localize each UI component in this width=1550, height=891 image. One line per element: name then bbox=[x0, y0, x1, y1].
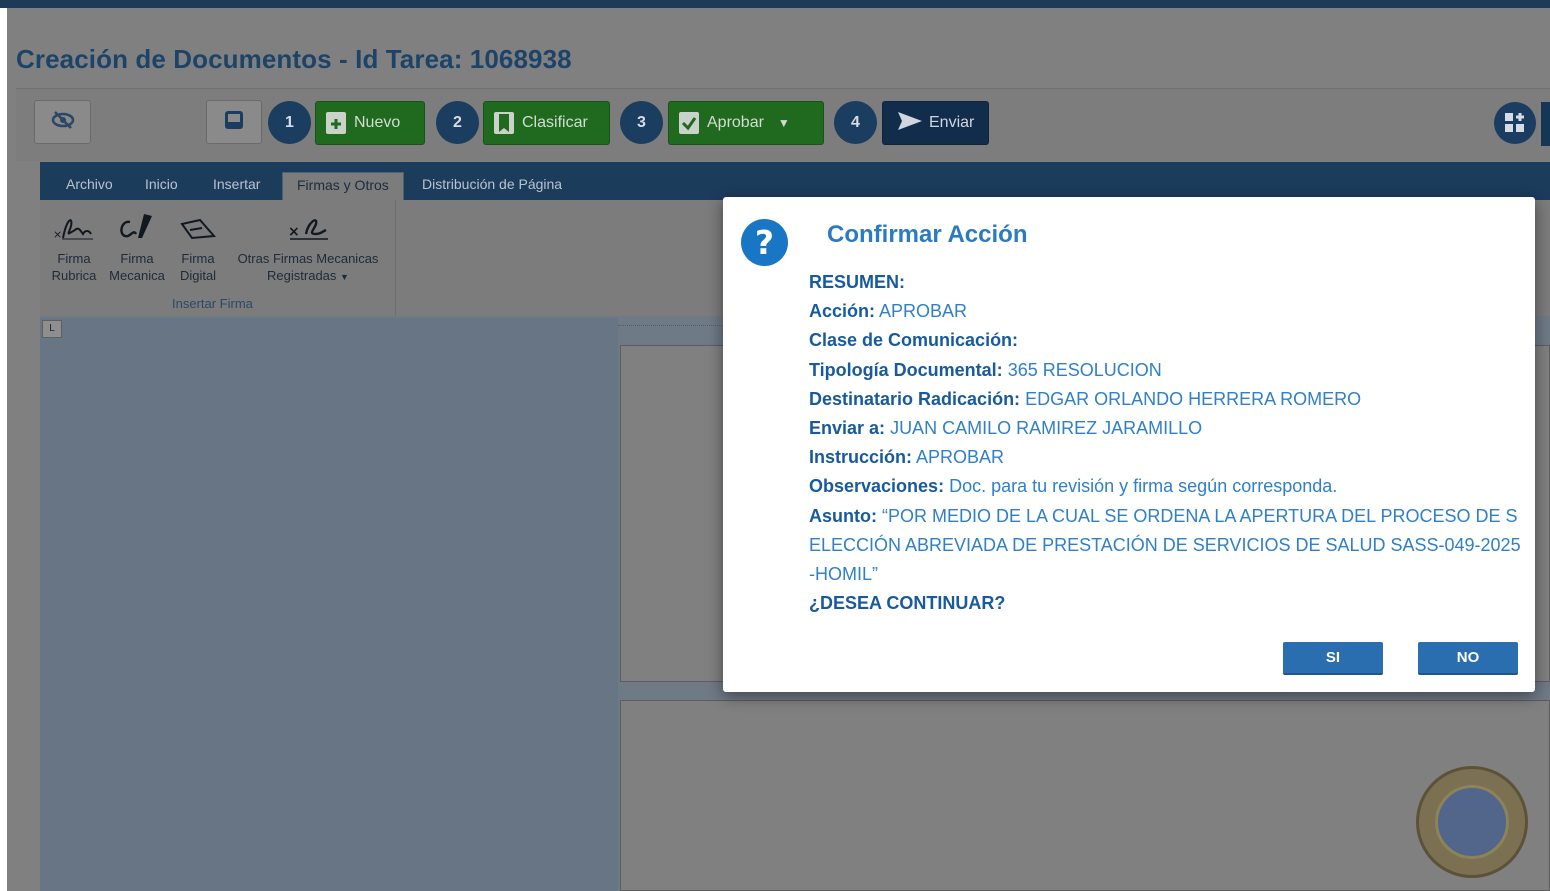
firma-digital-icon bbox=[178, 212, 220, 250]
firma-rubrica-line2: Rubrica bbox=[51, 268, 97, 283]
svg-text:×: × bbox=[288, 224, 300, 240]
inbox-button[interactable] bbox=[206, 100, 262, 144]
top-bar bbox=[0, 0, 1550, 8]
summary-label: RESUMEN: bbox=[809, 272, 906, 292]
document-page-2[interactable] bbox=[620, 700, 1550, 891]
toggle-visibility-button[interactable] bbox=[34, 100, 91, 144]
apps-icon[interactable] bbox=[1494, 102, 1536, 144]
summary-row-instruccion: Instrucción: APROBAR bbox=[809, 443, 1521, 472]
field-label: Instrucción: bbox=[809, 447, 913, 468]
field-value: JUAN CAMILO RAMIREZ JARAMILLO bbox=[890, 418, 1203, 439]
group-label-insertar-firma: Insertar Firma bbox=[172, 296, 253, 311]
firma-rubrica-icon: × bbox=[53, 212, 95, 250]
approve-button-label: Aprobar bbox=[707, 114, 764, 131]
summary-row-destinatario: Destinatario Radicación: EDGAR ORLANDO H… bbox=[809, 385, 1521, 414]
otras-firmas-line2: Registradas bbox=[267, 268, 337, 283]
summary-row-observaciones: Observaciones: Doc. para tu revisión y f… bbox=[809, 472, 1521, 501]
institution-seal bbox=[1416, 766, 1528, 878]
otras-firmas-icon: × bbox=[288, 212, 330, 250]
page-title: Creación de Documentos - Id Tarea: 10689… bbox=[16, 44, 572, 74]
summary-row-asunto: Asunto: “POR MEDIO DE LA CUAL SE ORDENA … bbox=[809, 502, 1521, 590]
field-label: Destinatario Radicación: bbox=[809, 388, 1021, 409]
file-plus-icon bbox=[326, 112, 346, 134]
field-value: “POR MEDIO DE LA CUAL SE ORDENA LA APERT… bbox=[809, 505, 1521, 585]
classify-button-label: Clasificar bbox=[522, 114, 588, 131]
ruler bbox=[618, 325, 728, 334]
field-value: APROBAR bbox=[916, 447, 1005, 468]
summary-row-tipologia: Tipología Documental: 365 RESOLUCION bbox=[809, 356, 1521, 385]
firma-mecanica-line2: Mecanica bbox=[109, 268, 165, 283]
firma-rubrica-button[interactable]: Firma Rubrica bbox=[50, 250, 98, 284]
document-navigation-pane bbox=[40, 318, 618, 891]
new-button-label: Nuevo bbox=[354, 114, 401, 131]
confirm-dialog: ? Confirmar Acción RESUMEN: Acción: APRO… bbox=[723, 197, 1535, 692]
question-circle-icon: ? bbox=[741, 219, 788, 266]
firma-mecanica-line1: Firma bbox=[120, 251, 154, 266]
classify-button[interactable]: Clasificar bbox=[483, 101, 610, 145]
step-2-badge: 2 bbox=[436, 101, 479, 144]
summary-row-enviar-a: Enviar a: JUAN CAMILO RAMIREZ JARAMILLO bbox=[809, 414, 1521, 443]
firma-digital-line2: Digital bbox=[179, 268, 217, 283]
send-button-label: Enviar bbox=[929, 114, 975, 131]
field-value: Doc. para tu revisión y firma según corr… bbox=[949, 476, 1338, 497]
field-label: Observaciones: bbox=[809, 476, 945, 497]
field-label: Acción: bbox=[809, 301, 876, 322]
firma-mecanica-button[interactable]: Firma Mecanica bbox=[107, 250, 167, 284]
caret-down-icon: ▼ bbox=[777, 116, 790, 130]
otras-firmas-line1: Otras Firmas Mecanicas bbox=[237, 251, 379, 266]
approve-button[interactable]: Aprobar ▼ bbox=[668, 101, 824, 145]
new-button[interactable]: Nuevo bbox=[315, 101, 425, 145]
bookmark-icon bbox=[494, 112, 514, 134]
step-1-badge: 1 bbox=[268, 101, 311, 144]
field-value: 365 RESOLUCION bbox=[1007, 359, 1162, 380]
field-label: Clase de Comunicación: bbox=[809, 330, 1019, 351]
left-strip bbox=[0, 8, 7, 891]
tab-inicio[interactable]: Inicio bbox=[145, 176, 178, 192]
inbox-icon bbox=[223, 109, 245, 136]
tab-insertar[interactable]: Insertar bbox=[213, 176, 260, 192]
check-square-icon bbox=[679, 112, 699, 134]
firma-digital-button[interactable]: Firma Digital bbox=[177, 250, 219, 284]
field-value: APROBAR bbox=[879, 301, 968, 322]
firma-digital-line1: Firma bbox=[181, 251, 215, 266]
send-icon bbox=[897, 110, 923, 137]
caret-down-icon: ▼ bbox=[340, 272, 349, 282]
field-label: Asunto: bbox=[809, 505, 877, 526]
eye-slash-icon bbox=[51, 110, 75, 135]
no-button[interactable]: NO bbox=[1418, 642, 1518, 675]
dialog-summary: RESUMEN: Acción: APROBAR Clase de Comuni… bbox=[809, 268, 1521, 618]
otras-firmas-button[interactable]: Otras Firmas Mecanicas Registradas ▼ bbox=[230, 250, 386, 286]
field-value: EDGAR ORLANDO HERRERA ROMERO bbox=[1025, 388, 1362, 409]
seal-center bbox=[1435, 785, 1509, 859]
step-3-badge: 3 bbox=[620, 101, 663, 144]
tab-archivo[interactable]: Archivo bbox=[66, 176, 113, 192]
ribbon-tabs bbox=[40, 162, 1550, 200]
yes-button[interactable]: SI bbox=[1283, 642, 1383, 675]
firma-mecanica-icon bbox=[116, 212, 158, 250]
tab-firmas-y-otros[interactable]: Firmas y Otros bbox=[282, 172, 404, 200]
continue-question: ¿DESEA CONTINUAR? bbox=[809, 593, 1006, 614]
field-label: Enviar a: bbox=[809, 418, 886, 439]
tab-distribucion-de-pagina[interactable]: Distribución de Página bbox=[422, 176, 562, 192]
summary-row-accion: Acción: APROBAR bbox=[809, 297, 1521, 326]
step-4-badge: 4 bbox=[834, 101, 877, 144]
field-label: Tipología Documental: bbox=[809, 359, 1003, 380]
send-button[interactable]: Enviar bbox=[882, 101, 989, 145]
dialog-title: Confirmar Acción bbox=[827, 221, 1028, 248]
firma-rubrica-line1: Firma bbox=[57, 251, 91, 266]
ruler-tab-selector[interactable]: L bbox=[42, 320, 62, 338]
summary-row-clase: Clase de Comunicación: bbox=[809, 326, 1521, 355]
svg-text:×: × bbox=[53, 228, 62, 241]
right-edge-button[interactable] bbox=[1541, 102, 1550, 146]
